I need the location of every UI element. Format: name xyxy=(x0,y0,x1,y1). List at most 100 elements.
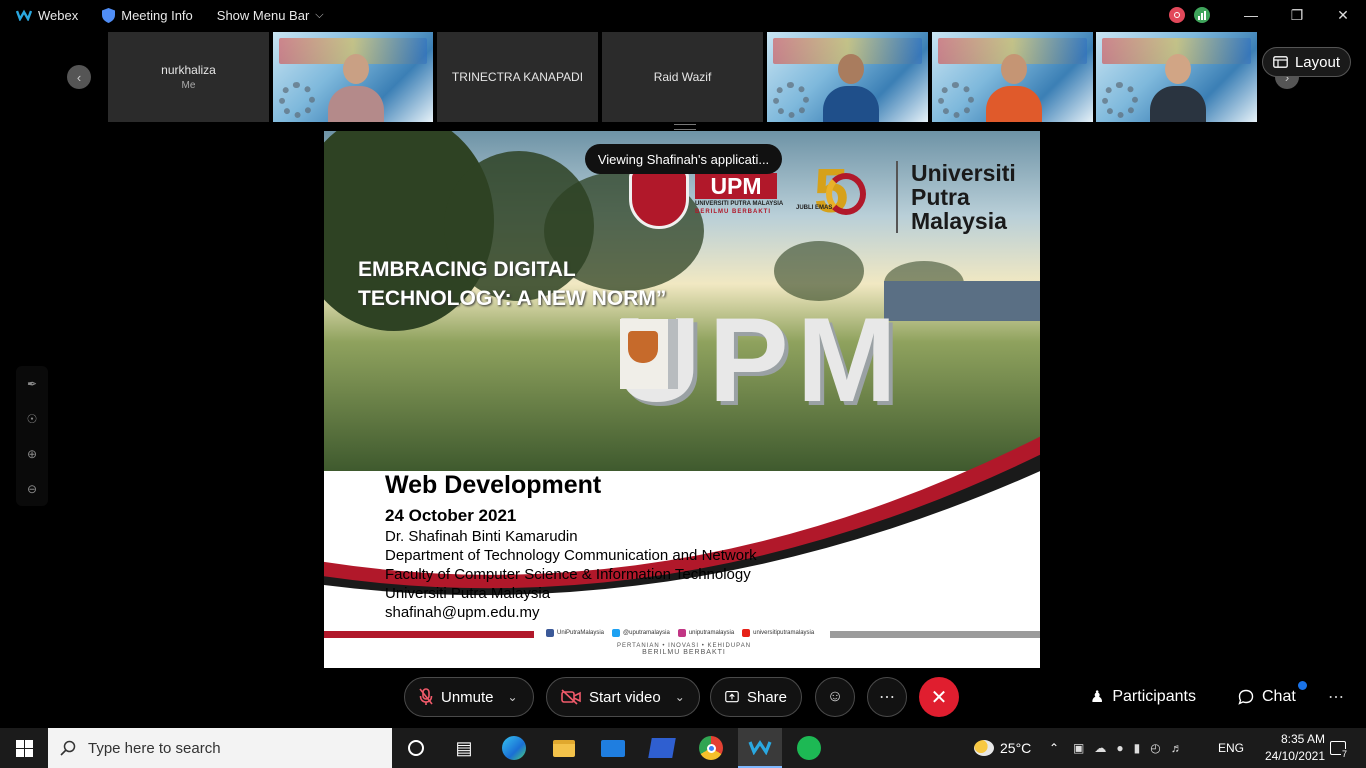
webex-app-menu[interactable]: Webex xyxy=(8,0,86,30)
close-window-button[interactable]: ✕ xyxy=(1320,0,1366,30)
meet-now-icon[interactable]: ▣ xyxy=(1073,741,1084,755)
slide-university: Universiti Putra Malaysia xyxy=(385,585,551,602)
jubli-text: JUBLI EMAS xyxy=(796,205,833,211)
smiley-add-icon: ☺ xyxy=(826,688,844,705)
show-menu-bar-button[interactable]: Show Menu Bar ⌵ xyxy=(209,0,332,30)
uni-line3: Malaysia xyxy=(911,208,1007,234)
participant-video-tile[interactable] xyxy=(1096,32,1257,122)
more-panels-button[interactable]: ⋯ xyxy=(1328,677,1344,717)
folder-icon xyxy=(553,739,575,757)
taskbar-clock[interactable]: 8:35 AM 24/10/2021 xyxy=(1263,731,1325,765)
chat-bubble-icon xyxy=(1238,689,1254,705)
reactions-button[interactable]: ☺ xyxy=(815,677,855,717)
tray-overflow-button[interactable]: ⌃ xyxy=(1049,728,1059,768)
participant-self-label: Me xyxy=(181,80,196,91)
resize-handle[interactable] xyxy=(674,124,696,130)
search-icon xyxy=(60,740,76,756)
start-video-button[interactable]: Start video ⌄ xyxy=(546,677,700,717)
slide-email: shafinah@upm.edu.my xyxy=(385,604,540,621)
slide-date: 24 October 2021 xyxy=(385,506,517,525)
wifi-icon[interactable]: ◴ xyxy=(1150,741,1160,755)
annotation-toolbar: ✒ ☉ ⊕ ⊖ xyxy=(16,366,48,506)
annotate-pen-icon[interactable]: ✒ xyxy=(27,377,37,391)
participant-name: nurkhaliza xyxy=(161,63,216,77)
edge-icon xyxy=(502,736,526,760)
social-item: @uputramalaysia xyxy=(612,629,670,637)
spotify-app[interactable] xyxy=(793,732,825,764)
participant-tile[interactable]: TRINECTRA KANAPADI xyxy=(437,32,598,122)
restore-button[interactable]: ❐ xyxy=(1274,0,1320,30)
zoom-in-icon[interactable]: ⊕ xyxy=(27,447,37,461)
person-icon: ♟ xyxy=(1090,689,1105,706)
start-video-label: Start video xyxy=(589,688,661,706)
university-name-logo: Universiti Putra Malaysia xyxy=(896,161,1016,233)
edge-app[interactable] xyxy=(498,732,530,764)
participant-video-tile[interactable] xyxy=(273,32,433,122)
share-button[interactable]: Share xyxy=(710,677,802,717)
battery-icon[interactable]: ▮ xyxy=(1134,741,1141,755)
cortana-icon xyxy=(408,740,424,756)
chat-button[interactable]: Chat xyxy=(1238,677,1296,717)
participant-tile[interactable]: Raid Wazif xyxy=(602,32,763,122)
remote-control-icon[interactable]: ☉ xyxy=(27,412,38,426)
layout-label: Layout xyxy=(1294,53,1341,71)
chevron-down-icon: ⌵ xyxy=(315,8,324,21)
chevron-down-icon[interactable]: ⌄ xyxy=(508,690,518,704)
participant-video-tile[interactable] xyxy=(932,32,1093,122)
social-item: uniputramalaysia xyxy=(677,629,734,637)
powerapp-app[interactable] xyxy=(646,732,678,764)
mail-app[interactable] xyxy=(597,732,629,764)
leave-meeting-button[interactable]: ✕ xyxy=(919,677,959,717)
microphone-icon[interactable]: ● xyxy=(1116,741,1123,755)
strip-prev-button[interactable]: ‹ xyxy=(67,65,91,89)
upm-logo-subtitle: UNIVERSITI PUTRA MALAYSIA xyxy=(695,201,784,207)
unmute-button[interactable]: Unmute ⌄ xyxy=(404,677,534,717)
layout-button[interactable]: Layout xyxy=(1262,47,1351,77)
participant-video-tile[interactable] xyxy=(767,32,928,122)
upm-logo-motto: BERILMU BERBAKTI xyxy=(695,209,771,215)
slide-heading-line1: EMBRACING DIGITAL xyxy=(358,258,576,281)
webex-app[interactable] xyxy=(738,728,782,768)
participant-name: TRINECTRA KANAPADI xyxy=(451,70,584,84)
participant-tile-self[interactable]: nurkhaliza Me xyxy=(108,32,269,122)
chrome-icon xyxy=(699,736,723,760)
recording-indicator-icon[interactable] xyxy=(1169,7,1185,23)
network-stats-icon[interactable] xyxy=(1194,7,1210,23)
taskbar-search-box[interactable]: Type here to search xyxy=(48,728,392,768)
participants-button[interactable]: ♟ Participants xyxy=(1090,677,1196,717)
social-item: UniPutraMalaysia xyxy=(546,629,604,637)
chrome-app[interactable] xyxy=(695,732,727,764)
notification-count: 7 xyxy=(1341,749,1349,759)
mic-muted-icon xyxy=(419,688,433,705)
weather-sun-icon xyxy=(974,740,994,756)
slide-body: Web Development 24 October 2021 Dr. Shaf… xyxy=(385,471,757,621)
minimize-button[interactable]: — xyxy=(1228,0,1274,30)
volume-icon[interactable]: ♬ xyxy=(1171,741,1183,755)
close-icon: ✕ xyxy=(930,686,948,709)
onedrive-icon[interactable]: ☁ xyxy=(1094,741,1106,755)
chevron-down-icon[interactable]: ⌄ xyxy=(675,690,685,704)
instagram-icon xyxy=(677,629,686,637)
chat-label: Chat xyxy=(1262,688,1296,705)
search-placeholder: Type here to search xyxy=(88,739,221,757)
start-button[interactable] xyxy=(0,728,48,768)
youtube-icon xyxy=(742,629,751,637)
clock-date: 24/10/2021 xyxy=(1264,749,1325,763)
slide-heading-line2: TECHNOLOGY: A NEW NORM” xyxy=(358,287,667,310)
task-view-button[interactable]: ▤ xyxy=(448,732,480,764)
meeting-info-button[interactable]: Meeting Info xyxy=(94,0,201,30)
upm-logo-text: UPM xyxy=(695,173,777,199)
uni-line2: Putra xyxy=(911,184,970,210)
notification-center-button[interactable]: 7 xyxy=(1324,728,1352,768)
shared-screen-slide: UPM EMBRACING DIGITAL TECHNOLOGY: A NEW … xyxy=(324,131,1040,668)
clock-time: 8:35 AM xyxy=(1280,732,1325,746)
slide-footer-motto: PERTANIAN • INOVASI • KEHIDUPAN BERILMU … xyxy=(616,643,752,656)
language-indicator[interactable]: ENG xyxy=(1218,728,1244,768)
zoom-out-icon[interactable]: ⊖ xyxy=(27,482,37,496)
cortana-button[interactable] xyxy=(400,732,432,764)
slide-social-links: UniPutraMalaysia @uputramalaysia uniputr… xyxy=(546,629,814,637)
more-options-button[interactable]: ⋯ xyxy=(867,677,907,717)
chat-unread-badge xyxy=(1298,681,1307,690)
file-explorer-app[interactable] xyxy=(548,732,580,764)
weather-widget[interactable]: 25°C xyxy=(974,728,1031,768)
